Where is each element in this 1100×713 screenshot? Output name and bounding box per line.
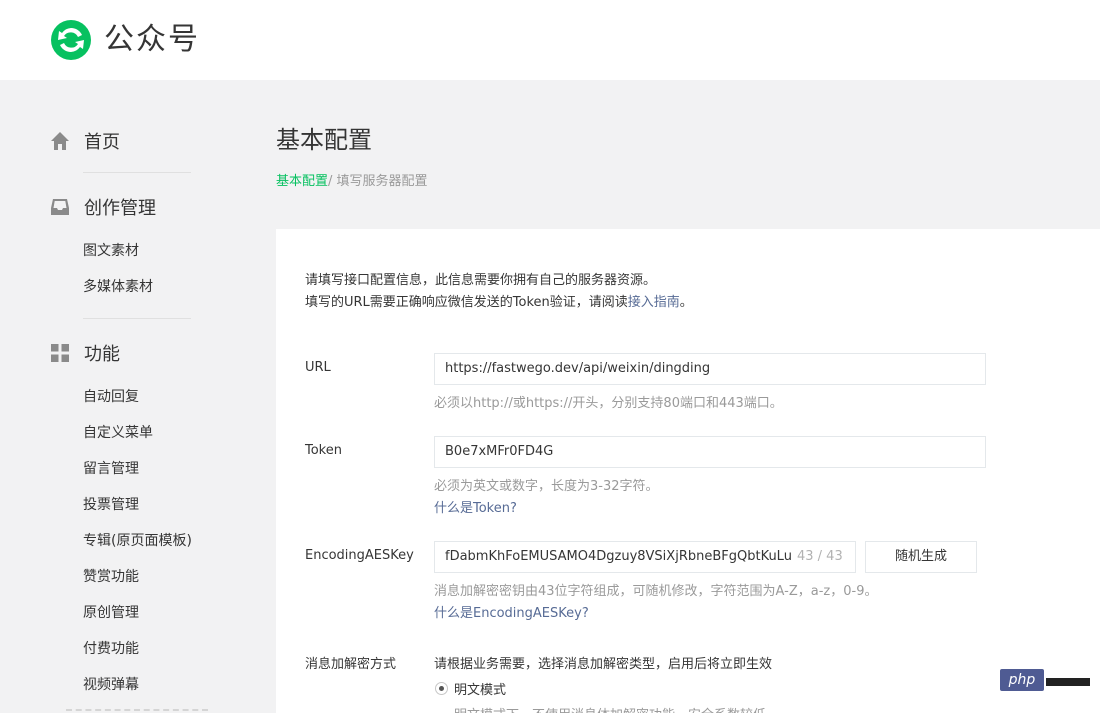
sidebar-item-create[interactable]: 创作管理 [50,194,156,220]
sidebar-item-custom-menu[interactable]: 自定义菜单 [83,422,153,442]
what-is-token-link[interactable]: 什么是Token? [434,497,517,516]
sidebar-item-votes[interactable]: 投票管理 [83,494,139,514]
inbox-icon [51,199,69,215]
token-label: Token [305,443,342,458]
plaintext-mode-desc: 明文模式下，不使用消息体加解密功能，安全系数较低 [454,704,766,713]
aeskey-counter: 43 / 43 [797,549,843,564]
encrypt-mode-label: 消息加解密方式 [305,657,397,672]
breadcrumb-current: / 填写服务器配置 [328,174,428,189]
php-logo: php [1000,669,1044,691]
top-bar: 公众号 [0,0,1100,80]
sidebar-item-home[interactable]: 首页 [50,128,120,154]
sidebar-divider [83,172,191,173]
intro-line-2-suffix: 。 [679,295,693,310]
sidebar-item-media-material[interactable]: 多媒体素材 [83,276,153,296]
url-hint: 必须以http://或https://开头，分别支持80端口和443端口。 [434,396,783,411]
page-title: 基本配置 [276,126,372,154]
plaintext-mode-radio[interactable] [435,682,448,695]
intro-line-1: 请填写接口配置信息，此信息需要你拥有自己的服务器资源。 [305,273,657,288]
breadcrumb-link-basic-config[interactable]: 基本配置 [276,174,328,189]
brand-title: 公众号 [104,22,200,57]
encrypt-mode-desc: 请根据业务需要，选择消息加解密类型，启用后将立即生效 [434,657,773,672]
url-input[interactable]: https://fastwego.dev/api/weixin/dingding [434,353,986,385]
intro-line-2-text: 填写的URL需要正确响应微信发送的Token验证，请阅读 [305,295,628,310]
watermark-bar [1046,678,1090,686]
php-watermark: php [1000,669,1090,691]
intro-line-2: 填写的URL需要正确响应微信发送的Token验证，请阅读接入指南。 [305,292,693,314]
token-input[interactable]: B0e7xMFr0FD4G [434,436,986,468]
sidebar-item-auto-reply[interactable]: 自动回复 [83,386,139,406]
sidebar-item-comments[interactable]: 留言管理 [83,458,139,478]
aeskey-hint: 消息加解密密钥由43位字符组成，可随机修改，字符范围为A-Z，a-z，0-9。 [434,584,878,599]
sidebar-item-label: 首页 [84,132,120,153]
sidebar-item-label: 创作管理 [84,198,156,219]
sidebar-item-album[interactable]: 专辑(原页面模板) [83,530,192,550]
home-icon [51,132,69,150]
wechat-mp-logo[interactable] [50,20,92,60]
aeskey-label: EncodingAESKey [305,548,414,563]
sidebar-item-original[interactable]: 原创管理 [83,602,139,622]
breadcrumb: 基本配置/ 填写服务器配置 [276,170,428,189]
access-guide-link[interactable]: 接入指南 [628,295,680,310]
aeskey-input[interactable]: fDabmKhFoEMUSAMO4Dgzuy8VSiXjRbneBFgQbtKu… [434,541,856,573]
token-hint: 必须为英文或数字，长度为3-32字符。 [434,479,659,494]
sidebar-item-video-danmaku[interactable]: 视频弹幕 [83,674,139,694]
sidebar-item-label: 功能 [84,344,120,365]
random-generate-button[interactable]: 随机生成 [865,541,977,573]
sidebar-item-news-material[interactable]: 图文素材 [83,240,139,260]
sidebar-divider [83,318,191,319]
grid-icon [51,344,69,362]
sidebar-add-placeholder[interactable] [66,709,208,713]
plaintext-mode-label[interactable]: 明文模式 [454,679,506,698]
sidebar-item-features[interactable]: 功能 [50,340,120,366]
url-label: URL [305,360,331,375]
what-is-aeskey-link[interactable]: 什么是EncodingAESKey? [434,602,589,621]
sidebar-item-reward[interactable]: 赞赏功能 [83,566,139,586]
sidebar-item-paid[interactable]: 付费功能 [83,638,139,658]
intro-text: 请填写接口配置信息，此信息需要你拥有自己的服务器资源。 填写的URL需要正确响应… [305,270,693,314]
